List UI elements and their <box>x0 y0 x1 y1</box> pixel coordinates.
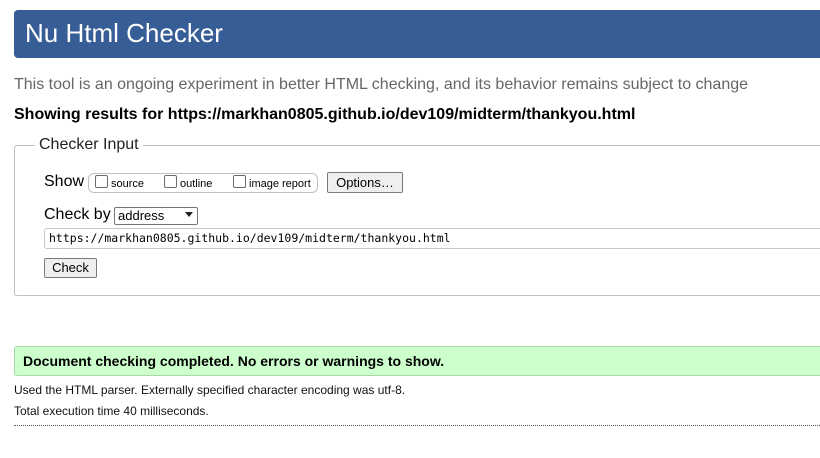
url-input[interactable]: https://markhan0805.github.io/dev109/mid… <box>44 228 820 249</box>
intro-text: This tool is an ongoing experiment in be… <box>14 76 749 93</box>
showing-results-heading: Showing results for https://markhan0805.… <box>14 106 636 123</box>
image-report-checkbox-label: image report <box>249 178 311 190</box>
checker-page: Nu Html Checker This tool is an ongoing … <box>0 0 820 458</box>
timing-note: Total execution time 40 milliseconds. <box>14 404 209 418</box>
dotted-divider <box>14 425 820 426</box>
checkbox-box[interactable] <box>233 175 246 188</box>
success-message: Document checking completed. No errors o… <box>14 346 820 376</box>
source-checkbox[interactable]: source <box>95 175 144 192</box>
image-report-checkbox[interactable]: image report <box>233 175 311 192</box>
checker-input-legend: Checker Input <box>39 136 139 153</box>
header-banner: Nu Html Checker <box>14 10 820 58</box>
parser-note: Used the HTML parser. Externally specifi… <box>14 383 406 397</box>
check-by-select[interactable]: address <box>114 207 198 225</box>
outline-checkbox-label: outline <box>180 178 213 190</box>
outline-checkbox[interactable]: outline <box>164 175 212 192</box>
show-options-group: source outline image report <box>88 173 318 193</box>
check-by-selected-value: address <box>118 208 165 223</box>
page-title[interactable]: Nu Html Checker <box>25 17 223 49</box>
options-button[interactable]: Options… <box>327 172 403 193</box>
chevron-down-icon <box>185 212 193 217</box>
check-by-label: Check by <box>44 206 111 223</box>
checkbox-box[interactable] <box>164 175 177 188</box>
show-label: Show <box>44 173 85 190</box>
checkbox-box[interactable] <box>95 175 108 188</box>
check-button[interactable]: Check <box>44 258 97 278</box>
source-checkbox-label: source <box>111 178 145 190</box>
